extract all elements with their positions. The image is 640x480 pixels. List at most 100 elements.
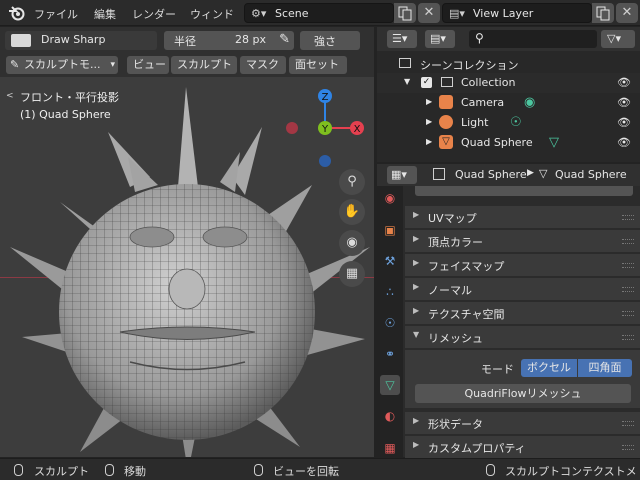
view-layer-close-button[interactable]: ✕ [616,3,638,23]
brush-selector[interactable]: Draw Sharp [5,31,157,50]
scene-close-button[interactable]: ✕ [418,3,440,23]
disclosure-triangle-icon[interactable]: ▶ [426,97,432,106]
collapsed-arrow-icon: ▶ [413,306,420,315]
disclosure-triangle-icon[interactable]: ▼ [404,77,410,86]
gizmo-neg-x[interactable] [286,122,298,134]
quadriflow-remesh-button[interactable]: QuadriFlowリメッシュ [415,384,631,403]
mesh-data-icon[interactable]: ▽ [549,135,559,150]
panel-shape-data[interactable]: ▶ 形状データ [405,412,640,435]
scene-copy-button[interactable] [394,3,416,23]
breadcrumb-object[interactable]: Quad Sphere [455,168,527,181]
drag-grip-icon[interactable] [622,335,634,340]
outliner-item-camera[interactable]: ▶ Camera ◉ 👁 [377,93,640,113]
3d-viewport[interactable]: Draw Sharp 半径 28 px ✎ 強さ ✎ スカルプトモ... ▾ ビ… [0,27,374,457]
collapsed-arrow-icon: ▶ [413,440,420,449]
drag-grip-icon[interactable] [622,287,634,292]
disclosure-triangle-icon[interactable]: ▶ [426,117,432,126]
view-layer-icon: ▤▾ [449,7,465,20]
panel-texture-space[interactable]: ▶ テクスチャ空間 [405,302,640,325]
filter-button[interactable]: ▽▾ [601,30,635,48]
mesh-object-icon: ▽ [439,135,453,149]
outliner-scene-collection[interactable]: シーンコレクション [377,54,640,74]
menu-sculpt[interactable]: スカルプト [171,56,237,74]
drag-grip-icon[interactable] [622,263,634,268]
light-object-icon [439,115,453,129]
menu-window[interactable]: ウィンド [190,6,234,22]
checkbox-icon[interactable]: ✓ [421,77,432,88]
drag-grip-icon[interactable] [622,421,634,426]
pan-button[interactable]: ✋ [339,199,365,225]
tab-physics[interactable]: ☉ [380,313,400,333]
quad-sphere-label: Quad Sphere [461,136,533,149]
eye-icon[interactable]: 👁 [617,96,631,109]
tab-modifiers[interactable]: ⚒ [380,251,400,271]
strength-field[interactable]: 強さ [300,31,360,50]
drag-grip-icon[interactable] [622,215,634,220]
menu-face-sets[interactable]: 面セット [289,56,347,74]
tab-object[interactable]: ▣ [380,220,400,240]
scene-collection-icon [399,58,411,68]
drag-grip-icon[interactable] [622,445,634,450]
radius-field[interactable]: 半径 28 px ✎ [164,31,294,50]
outliner-item-quad-sphere[interactable]: ▶ ▽ Quad Sphere ▽ 👁 [377,133,640,153]
sidebar-toggle-icon[interactable]: < [6,91,14,101]
camera-data-icon[interactable]: ◉ [524,95,535,110]
gizmo-neg-z[interactable] [319,155,331,167]
eye-icon[interactable]: 👁 [617,76,631,89]
panel-title: 頂点カラー [428,236,483,249]
tab-scene[interactable]: ◉ [380,188,400,208]
filter-view-selector[interactable]: ▤▾ [425,30,455,48]
close-icon: ✕ [621,5,633,20]
panel-remesh[interactable]: ▼ リメッシュ [405,326,640,349]
light-data-icon[interactable]: ☉ [510,115,522,130]
pen-pressure-icon[interactable]: ✎ [279,32,290,47]
drag-grip-icon[interactable] [622,239,634,244]
menu-mask[interactable]: マスク [240,56,286,74]
view-layer-copy-button[interactable] [592,3,614,23]
mode-selector[interactable]: ✎ スカルプトモ... ▾ [6,56,118,74]
quad-mode-button[interactable]: 四角面 [578,359,632,377]
menu-render[interactable]: レンダー [132,6,176,22]
outliner-item-collection[interactable]: ▼ ✓ Collection 👁 [377,73,640,93]
eye-icon[interactable]: 👁 [617,136,631,149]
panel-vertex-colors[interactable]: ▶ 頂点カラー [405,230,640,253]
tab-particles[interactable]: ∴ [380,282,400,302]
camera-view-button[interactable]: ◉ [339,230,365,256]
panel-face-maps[interactable]: ▶ フェイスマップ [405,254,640,277]
eye-icon[interactable]: 👁 [617,116,631,129]
outliner-header: ☰▾ ▤▾ ⚲ ▽▾ [377,27,640,51]
copy-icon [398,6,412,21]
top-bar: ファイル 編集 レンダー ウィンド ⚙▾ Scene ✕ ▤▾ View Lay… [0,0,640,26]
blender-logo-icon[interactable] [8,4,26,22]
panel-normals[interactable]: ▶ ノーマル [405,278,640,301]
panel-title: テクスチャ空間 [428,308,505,321]
properties-tab-bar: ◉ ▣ ⚒ ∴ ☉ ⚭ ▽ ◐ ▦ [377,186,403,457]
tab-constraints[interactable]: ⚭ [380,344,400,364]
editor-type-selector[interactable]: ▦▾ [387,166,417,184]
panel-custom-properties[interactable]: ▶ カスタムプロパティ [405,436,640,459]
outliner-item-light[interactable]: ▶ Light ☉ 👁 [377,113,640,133]
tab-material[interactable]: ◐ [380,406,400,426]
funnel-icon: ▽▾ [607,32,621,45]
outliner-search-input[interactable]: ⚲ [469,30,597,48]
tab-texture[interactable]: ▦ [380,438,400,458]
menu-view[interactable]: ビュー [127,56,169,74]
zoom-button[interactable]: ⚲ [339,169,365,195]
ortho-toggle-button[interactable]: ▦ [339,261,365,287]
navigation-gizmo[interactable]: Z Y X [283,85,365,167]
display-mode-selector[interactable]: ☰▾ [387,30,417,48]
scene-name: Scene [275,7,309,20]
breadcrumb-data[interactable]: Quad Sphere [555,168,627,181]
mouse-middle-icon [254,464,263,476]
voxel-mode-button[interactable]: ボクセル [521,359,577,377]
drag-grip-icon[interactable] [622,311,634,316]
disclosure-triangle-icon[interactable]: ▶ [426,137,432,146]
sculpt-mode-icon: ✎ [10,58,20,71]
tab-mesh-data[interactable]: ▽ [380,375,400,395]
mode-label: スカルプトモ... [24,58,101,71]
menu-file[interactable]: ファイル [34,6,78,22]
view-layer-selector[interactable]: ▤▾ View Layer [442,3,592,23]
panel-uv-maps[interactable]: ▶ UVマップ [405,206,640,229]
menu-edit[interactable]: 編集 [94,6,116,22]
scene-selector[interactable]: ⚙▾ Scene [244,3,394,23]
